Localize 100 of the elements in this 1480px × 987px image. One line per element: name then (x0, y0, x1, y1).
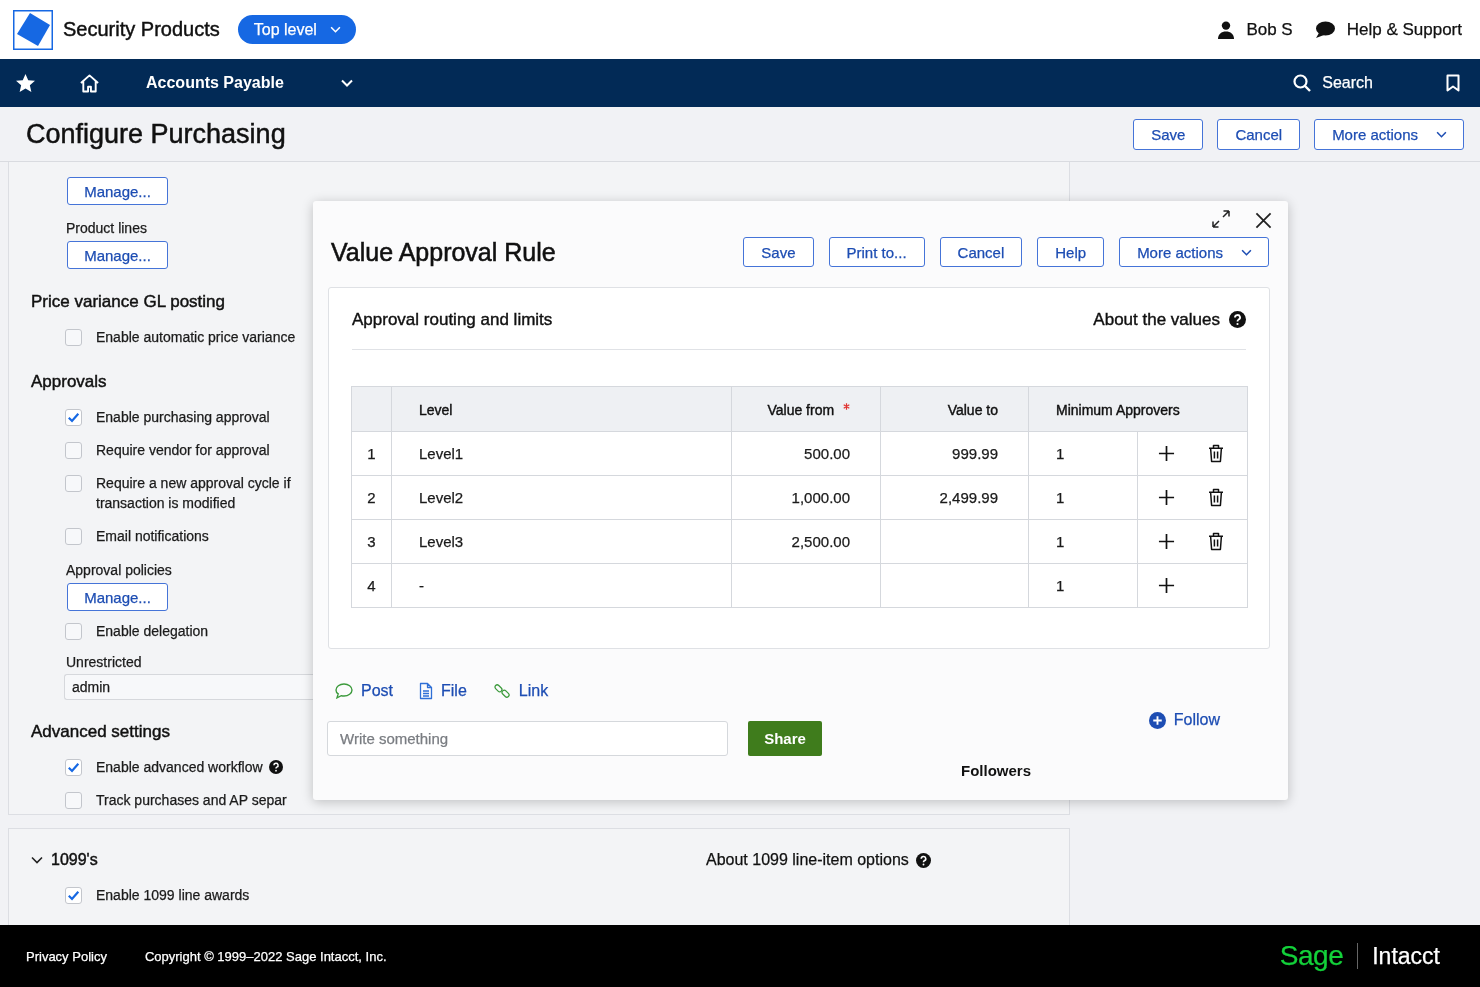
table-cell[interactable]: Level3 (391, 519, 732, 564)
field-label: Approval policies (66, 561, 172, 579)
bookmark-icon[interactable] (1446, 74, 1460, 92)
table-cell[interactable]: 1 (1028, 519, 1138, 564)
section-heading: Price variance GL posting (31, 291, 226, 313)
checkbox[interactable] (65, 441, 82, 459)
chevron-down-icon (1436, 130, 1447, 138)
footer-link[interactable]: Privacy Policy (26, 948, 107, 964)
action-button[interactable]: Help (1037, 237, 1105, 267)
table-cell[interactable]: Level2 (391, 475, 732, 520)
table-cell[interactable]: 500.00 (731, 431, 881, 476)
checkbox[interactable] (65, 408, 82, 426)
help-icon[interactable] (268, 760, 283, 774)
feed-tab[interactable]: Link (492, 682, 549, 700)
checkbox-label: Email notifications (96, 527, 209, 546)
checkbox[interactable] (65, 328, 82, 346)
search-button[interactable]: Search (1293, 74, 1373, 92)
column-header: Minimum Approvers (1056, 401, 1180, 418)
share-button[interactable]: Share (748, 721, 822, 756)
brand-wordmark: Sage (1279, 940, 1344, 972)
trash-icon[interactable] (1208, 444, 1224, 463)
chat-bubble-icon (1314, 20, 1335, 39)
manage-button[interactable]: Manage... (67, 177, 168, 205)
entity-dropdown[interactable]: Top level (237, 15, 356, 44)
add-row-icon[interactable] (1158, 489, 1175, 506)
help-support-link[interactable]: Help & Support (1314, 19, 1462, 40)
help-link[interactable]: About the values (1093, 309, 1220, 330)
add-row-icon[interactable] (1158, 445, 1175, 462)
more-actions-button[interactable]: More actions (1314, 118, 1464, 150)
checkbox[interactable] (65, 622, 82, 640)
chevron-down-icon (329, 26, 341, 33)
follow-button[interactable]: Follow (1148, 711, 1220, 729)
table-cell[interactable]: - (391, 563, 732, 608)
table-cell[interactable]: 2,500.00 (731, 519, 881, 564)
comment-icon (335, 683, 353, 699)
table-cell[interactable]: 1 (1028, 563, 1138, 608)
manage-button[interactable]: Manage... (67, 583, 168, 611)
help-icon[interactable] (1229, 311, 1246, 328)
page-title: Configure Purchasing (26, 118, 286, 150)
row-number: 1 (351, 431, 392, 476)
trash-icon[interactable] (1208, 532, 1224, 551)
column-header: Value from (767, 401, 835, 418)
action-button[interactable]: Cancel (1217, 118, 1301, 150)
chevron-down-icon (1241, 248, 1252, 256)
manage-button[interactable]: Manage... (67, 241, 168, 269)
checkbox-label: Enable automatic price variance (96, 328, 296, 347)
user-icon (1218, 20, 1235, 39)
add-row-icon[interactable] (1158, 577, 1175, 594)
action-button[interactable]: Print to... (828, 237, 925, 267)
checkbox-label: Enable delegation (96, 622, 209, 641)
section-title: Approval routing and limits (352, 309, 553, 330)
action-button[interactable]: Cancel (939, 237, 1023, 267)
table-cell[interactable] (880, 563, 1029, 608)
table-cell[interactable] (731, 563, 881, 608)
checkbox[interactable] (65, 886, 82, 904)
module-menu[interactable]: Accounts Payable (146, 74, 353, 92)
help-link[interactable]: About 1099 line-item options (706, 851, 909, 869)
post-input[interactable]: Write something (327, 721, 728, 756)
followers-label: Followers (961, 762, 1031, 779)
trash-icon[interactable] (1208, 488, 1224, 507)
help-icon[interactable] (915, 852, 931, 868)
feed-tab[interactable]: Post (335, 682, 393, 700)
table-cell[interactable]: 1 (1028, 431, 1138, 476)
checkbox[interactable] (65, 758, 82, 776)
action-button[interactable]: Save (743, 237, 814, 267)
checkbox-label: Enable 1099 line awards (96, 886, 250, 905)
table-cell[interactable]: 999.99 (880, 431, 1029, 476)
feed-tab[interactable]: File (419, 682, 467, 700)
action-button[interactable]: Save (1133, 118, 1204, 150)
add-row-icon[interactable] (1158, 533, 1175, 550)
more-actions-button[interactable]: More actions (1119, 237, 1269, 267)
checkbox-label: Enable purchasing approval (96, 408, 270, 427)
text-field[interactable]: admin (64, 674, 314, 700)
search-icon (1293, 74, 1312, 92)
chevron-down-icon (340, 79, 353, 87)
table-cell[interactable]: Level1 (391, 431, 732, 476)
home-icon[interactable] (79, 73, 100, 93)
copyright-text: Copyright © 1999–2022 Sage Intacct, Inc. (144, 948, 387, 964)
table-cell[interactable]: 1 (1028, 475, 1138, 520)
table-cell[interactable] (880, 519, 1029, 564)
expand-icon[interactable] (1211, 209, 1231, 229)
section-toggle[interactable]: 1099's (31, 851, 98, 869)
product-name: Intacct (1372, 942, 1440, 970)
checkbox[interactable] (65, 527, 82, 545)
column-header: Value to (947, 401, 998, 418)
row-number: 4 (351, 563, 392, 608)
star-icon[interactable] (16, 74, 35, 92)
table-cell[interactable]: 2,499.99 (880, 475, 1029, 520)
checkbox-label: Require a new approval cycle if transaction is modified (96, 474, 292, 513)
checkbox-label: Track purchases and AP separ (96, 791, 287, 810)
company-name: Security Products (63, 18, 220, 41)
plus-circle-icon (1148, 711, 1166, 729)
checkbox-label: Enable advanced workflow (96, 758, 263, 777)
close-icon[interactable] (1255, 212, 1272, 229)
checkbox-label: Require vendor for approval (96, 441, 270, 460)
field-label: Unrestricted (66, 653, 142, 671)
table-cell[interactable]: 1,000.00 (731, 475, 881, 520)
checkbox[interactable] (65, 474, 82, 492)
checkbox[interactable] (65, 791, 82, 809)
user-menu[interactable]: Bob S (1218, 19, 1293, 40)
